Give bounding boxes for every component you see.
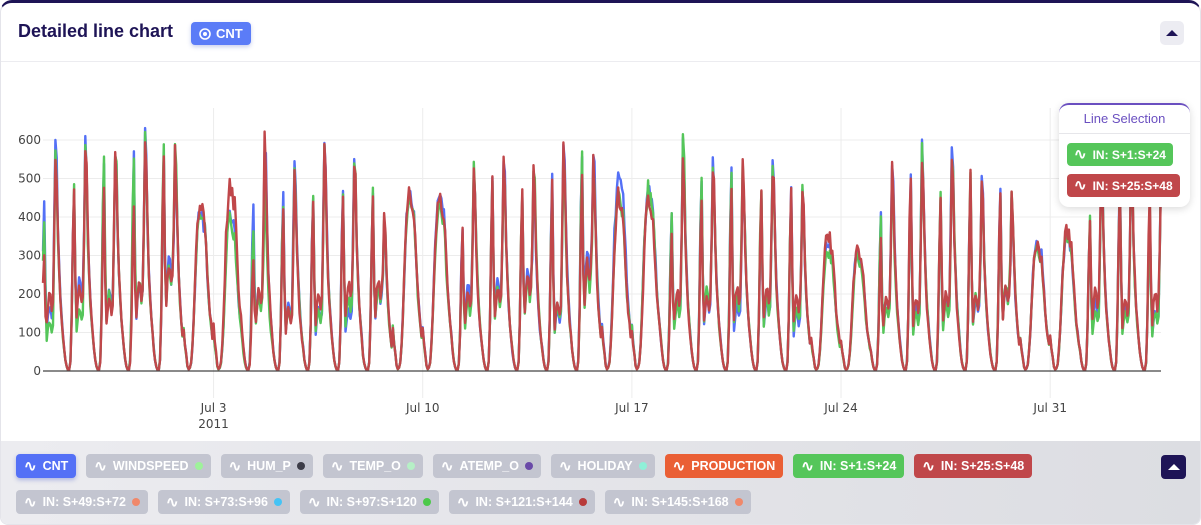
wave-icon: ∿ (1074, 146, 1087, 163)
line-selection-title: Line Selection (1059, 105, 1190, 134)
line-selection-panel: Line Selection ∿ IN: S+1:S+24 ∿ IN: S+25… (1059, 103, 1190, 207)
line-chart[interactable]: 0 100 200 300 400 500 600 Jul 3 2011 Jul 10 Jul 17… (1, 3, 1201, 441)
legend-chip-label: IN: S+73:S+96 (184, 495, 268, 509)
wave-icon: ∿ (307, 493, 321, 511)
y-tick-label: 200 (18, 287, 41, 301)
legend-chip-label: IN: S+25:S+48 (940, 459, 1025, 473)
legend-chip-label: IN: S+145:S+168 (631, 495, 729, 509)
y-tick-label: 500 (18, 172, 41, 186)
legend-chip-windspeed[interactable]: ∿ WINDSPEED (86, 454, 211, 478)
series-color-dot (273, 498, 282, 506)
wave-icon: ∿ (330, 457, 344, 475)
x-tick-label: Jul 17 (614, 401, 649, 415)
wave-icon: ∿ (24, 493, 37, 511)
series-color-dot (734, 498, 743, 506)
series-color-dot (524, 462, 533, 470)
legend-chip-in-s-49-s-72[interactable]: ∿ IN: S+49:S+72 (16, 490, 148, 514)
x-tick-label: Jul 31 (1032, 401, 1067, 415)
chart-card: Detailed line chart CNT 0 100 200 300 400 500… (0, 0, 1201, 525)
legend-chip-label: CNT (42, 459, 69, 473)
legend-chip-label: HUM_P (247, 459, 291, 473)
legend-chip-in-s-25-s-48[interactable]: ∿ IN: S+25:S+48 (914, 454, 1033, 478)
line-selection-item-s1-s24[interactable]: ∿ IN: S+1:S+24 (1067, 143, 1173, 166)
wave-icon: ∿ (922, 457, 935, 475)
series-color-dot (638, 462, 647, 470)
legend-chip-in-s-121-s-144[interactable]: ∿ IN: S+121:S+144 (448, 490, 595, 514)
chevron-up-icon (1167, 464, 1180, 470)
y-tick-label: 100 (18, 326, 41, 340)
legend-row-2: ∿ IN: S+49:S+72 ∿ IN: S+73:S+96 ∿ IN: S+97:S+… (16, 490, 751, 514)
wave-icon: ∿ (165, 493, 179, 511)
wave-icon: ∿ (440, 457, 454, 475)
legend-chip-holiday[interactable]: ∿ HOLIDAY (550, 454, 655, 478)
wave-icon: ∿ (94, 457, 107, 475)
line-selection-label: IN: S+25:S+48 (1092, 178, 1173, 193)
legend-chip-label: IN: S+97:S+120 (326, 495, 417, 509)
legend-chip-in-s-1-s-24[interactable]: ∿ IN: S+1:S+24 (793, 454, 905, 478)
legend-chip-in-s-145-s-168[interactable]: ∿ IN: S+145:S+168 (604, 490, 751, 514)
legend-chip-atemp-o[interactable]: ∿ ATEMP_O (432, 454, 541, 478)
legend-chip-cnt[interactable]: ∿ CNT (16, 454, 77, 478)
wave-icon: ∿ (612, 493, 626, 511)
legend-chip-label: WINDSPEED (112, 459, 189, 473)
collapse-legend-button[interactable] (1161, 455, 1186, 479)
series-color-dot (131, 498, 140, 506)
wave-icon: ∿ (228, 457, 242, 475)
series-color-dot (578, 498, 587, 506)
legend-chip-production[interactable]: ∿ PRODUCTION (664, 454, 784, 478)
wave-icon: ∿ (558, 457, 572, 475)
legend-chip-in-s-73-s-96[interactable]: ∿ IN: S+73:S+96 (157, 490, 290, 514)
legend-chip-label: IN: S+49:S+72 (42, 495, 126, 509)
line-selection-label: IN: S+1:S+24 (1092, 147, 1166, 162)
y-tick-label: 0 (33, 364, 41, 378)
legend-chip-label: ATEMP_O (459, 459, 519, 473)
legend-chip-label: HOLIDAY (577, 459, 633, 473)
series-line-in-s-25-s-48[interactable] (41, 130, 1163, 372)
y-tick-label: 300 (18, 249, 41, 263)
series-color-dot (406, 462, 415, 470)
x-tick-label: Jul 3 (200, 401, 227, 415)
line-selection-item-s25-s48[interactable]: ∿ IN: S+25:S+48 (1067, 174, 1180, 197)
y-tick-label: 600 (18, 133, 41, 147)
wave-icon: ∿ (24, 457, 37, 475)
legend-chip-label: IN: S+121:S+144 (475, 495, 573, 509)
series-color-dot (194, 462, 203, 470)
x-tick-label: Jul 10 (405, 401, 440, 415)
wave-icon: ∿ (456, 493, 470, 511)
series-color-dot (296, 462, 305, 470)
legend-row-1: ∿ CNT ∿ WINDSPEED ∿ HUM_P ∿ TEMP_O ∿ ATEMP_O ∿ HOLI… (16, 454, 1033, 478)
series-color-dot (422, 498, 431, 506)
wave-icon: ∿ (801, 457, 814, 475)
wave-icon: ∿ (672, 457, 686, 475)
x-tick-sublabel: 2011 (198, 417, 229, 431)
y-tick-label: 400 (18, 210, 41, 224)
legend-chip-hum-p[interactable]: ∿ HUM_P (220, 454, 313, 478)
legend-chip-in-s-97-s-120[interactable]: ∿ IN: S+97:S+120 (299, 490, 439, 514)
x-tick-label: Jul 24 (823, 401, 858, 415)
legend-chip-label: IN: S+1:S+24 (819, 459, 897, 473)
legend-chip-temp-o[interactable]: ∿ TEMP_O (322, 454, 423, 478)
legend-chip-label: PRODUCTION (691, 459, 776, 473)
series-legend: ∿ CNT ∿ WINDSPEED ∿ HUM_P ∿ TEMP_O ∿ ATEMP_O ∿ HOLI… (1, 441, 1200, 524)
wave-icon: ∿ (1074, 177, 1087, 194)
legend-chip-label: TEMP_O (349, 459, 401, 473)
